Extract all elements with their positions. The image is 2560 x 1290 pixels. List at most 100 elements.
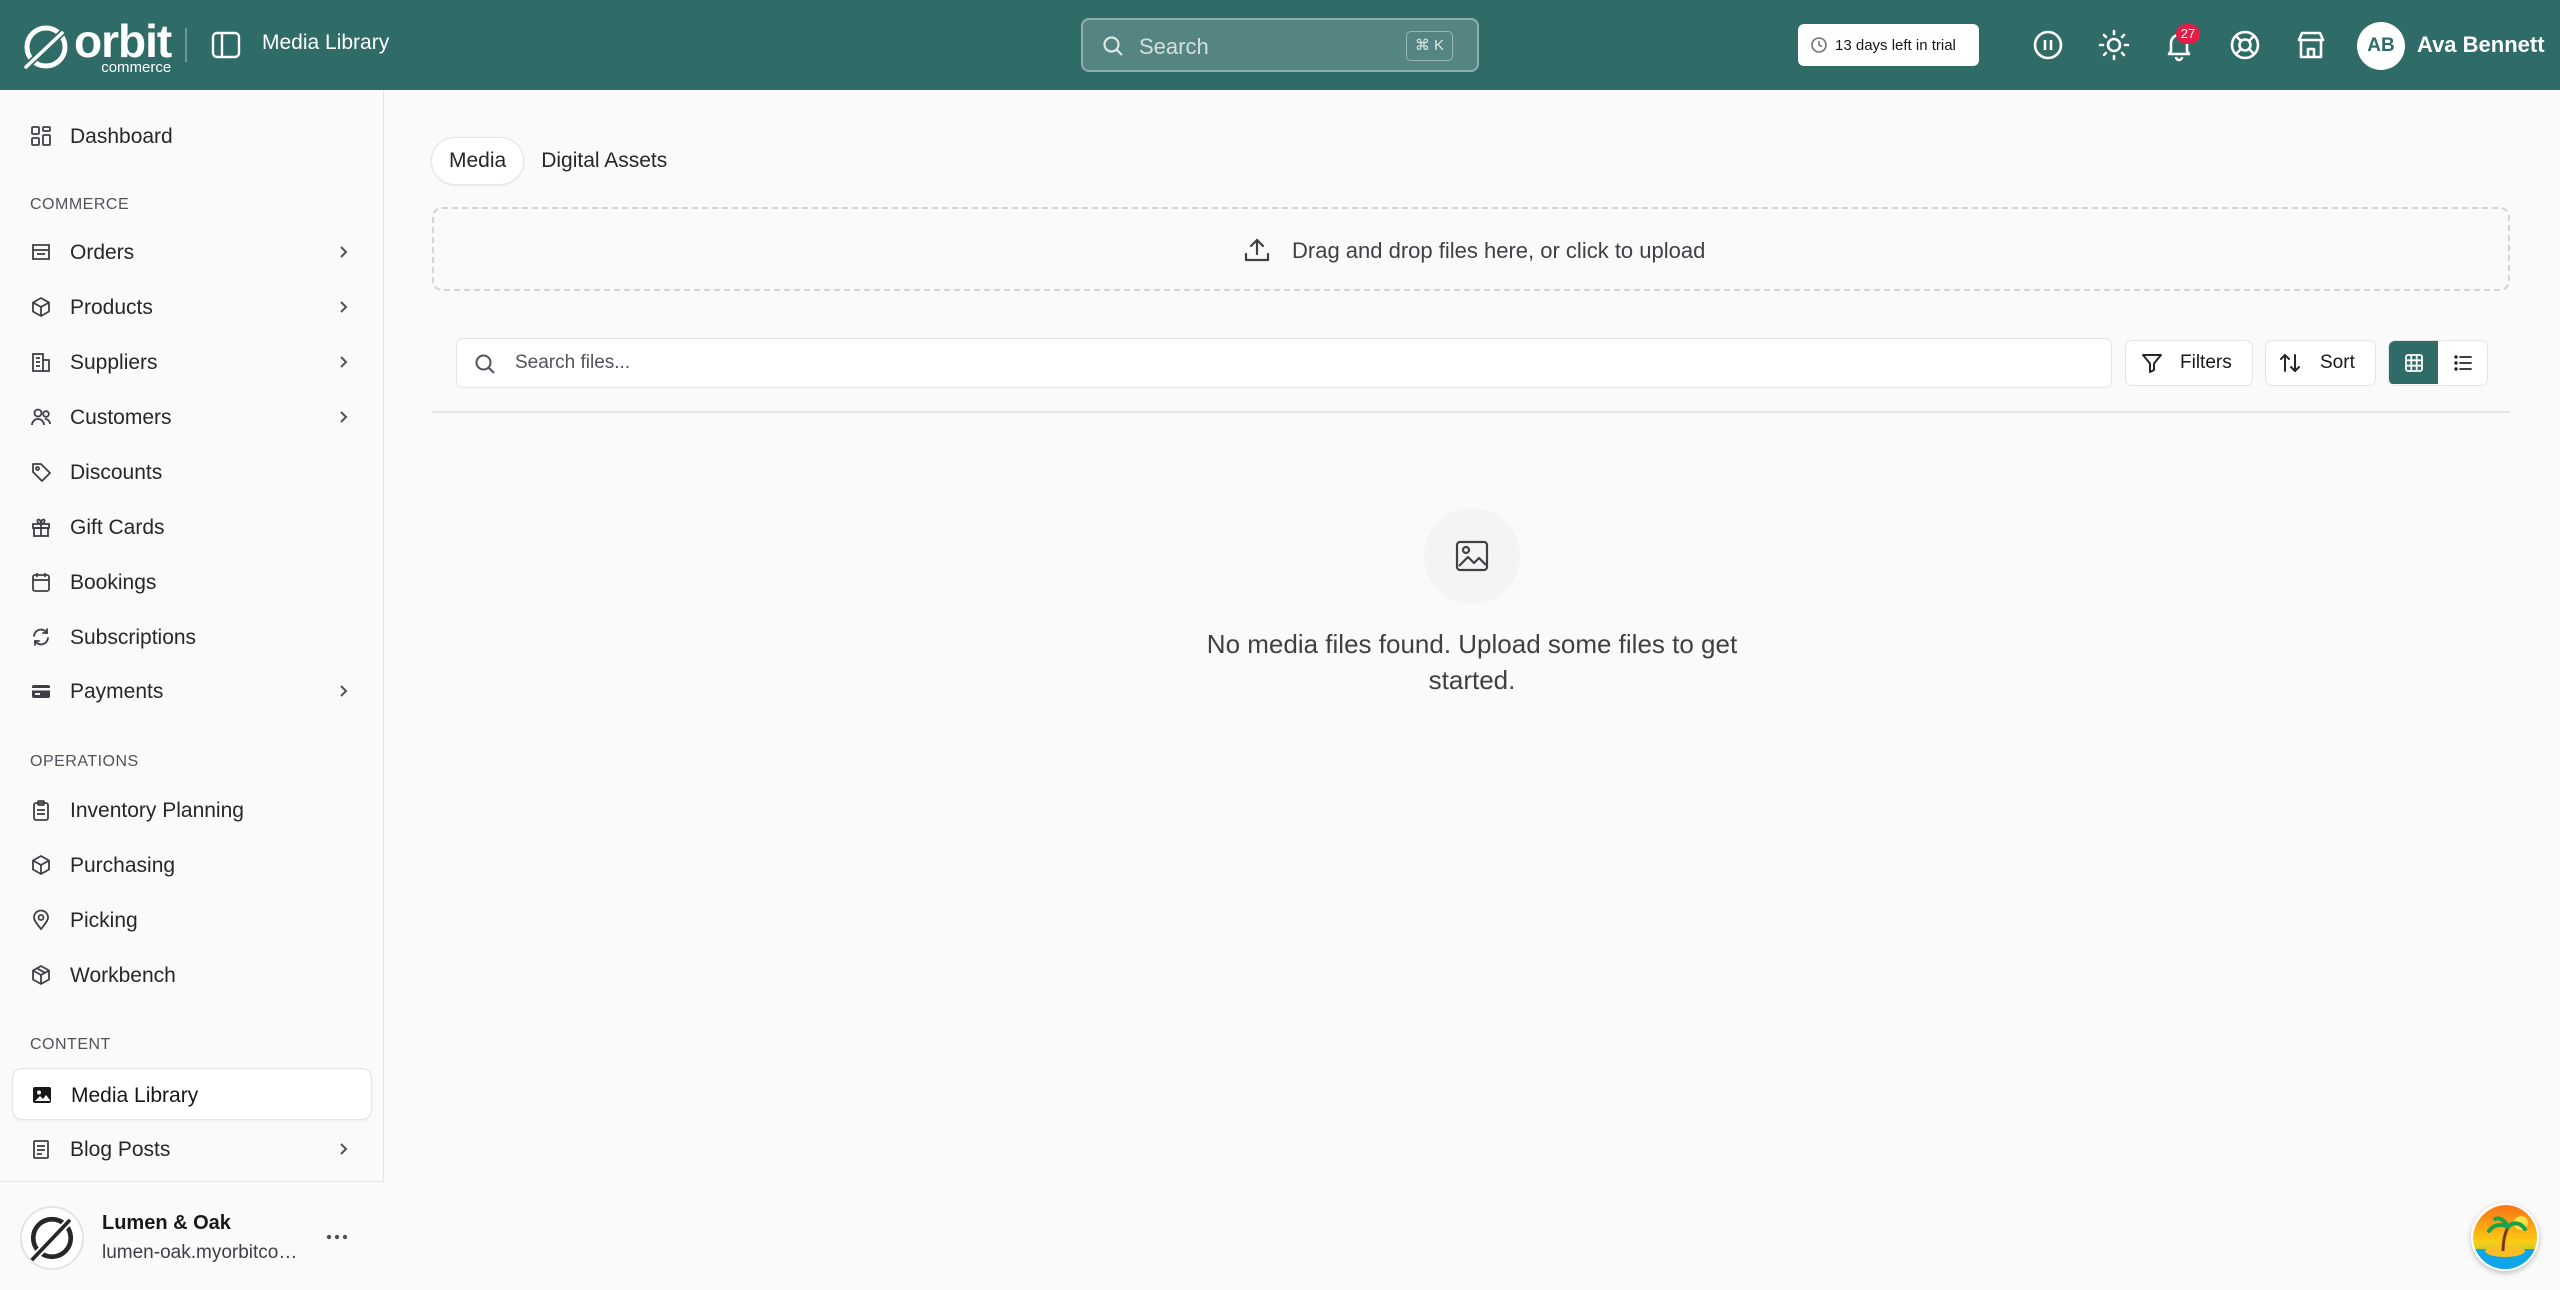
view-mode-toggle [2388,340,2488,386]
sidebar-item-bookings[interactable]: Bookings [12,556,372,608]
top-bar: orbit commerce Media Library Search ⌘ K … [0,0,2560,90]
sidebar-item-label: Purchasing [70,854,176,877]
tag-icon [32,463,51,482]
tab-media[interactable]: Media [431,137,525,185]
sidebar-item-suppliers[interactable]: Suppliers [12,336,372,388]
user-name[interactable]: Ava Bennett [2417,32,2545,58]
more-horizontal-icon[interactable] [322,1222,352,1252]
image-placeholder-icon [1455,540,1489,572]
sidebar-item-customers[interactable]: Customers [12,391,372,443]
sun-icon[interactable] [2097,28,2131,62]
orders-icon [32,244,50,260]
section-label-commerce: COMMERCE [30,196,130,213]
filter-icon [2142,354,2162,373]
trial-badge[interactable]: 13 days left in trial [1798,24,1979,66]
sidebar-item-blog-posts[interactable]: Blog Posts [12,1123,372,1163]
upload-icon [1244,238,1270,262]
brand-logo[interactable]: orbit commerce [22,18,172,75]
box-icon [32,965,50,985]
sidebar-item-inventory-planning[interactable]: Inventory Planning [12,784,372,836]
sidebar-item-label: Workbench [70,964,176,987]
sort-button[interactable]: Sort [2265,340,2376,386]
topbar-divider [185,28,187,62]
store-url: lumen-oak.myorbitcommerce.com [102,1242,312,1263]
grid-view-button[interactable] [2389,341,2438,384]
sidebar-item-label: Media Library [71,1084,199,1107]
sidebar-item-label: Bookings [70,571,157,594]
chevron-right-icon [340,685,348,697]
tab-digital-assets[interactable]: Digital Assets [524,137,684,185]
search-shortcut-badge: ⌘ K [1405,31,1453,61]
sidebar-item-label: Dashboard [70,125,173,148]
sidebar-item-label: Suppliers [70,351,158,374]
section-label-operations: OPERATIONS [30,753,139,770]
sidebar-item-gift-cards[interactable]: Gift Cards [12,501,372,553]
user-avatar[interactable]: AB [2357,22,2405,70]
pause-icon[interactable] [2031,28,2065,62]
document-icon [33,1140,49,1159]
sidebar-item-picking[interactable]: Picking [12,894,372,946]
sidebar-item-label: Discounts [70,461,163,484]
global-search[interactable]: Search ⌘ K [1081,18,1479,72]
sidebar: Dashboard COMMERCE Orders Products Suppl… [0,90,384,1290]
gift-icon [32,518,50,537]
list-view-button[interactable] [2438,341,2487,384]
store-logo-icon [20,1206,84,1270]
package-icon [32,297,50,317]
calendar-icon [32,573,50,592]
sidebar-item-label: Gift Cards [70,516,165,539]
sidebar-item-label: Customers [70,406,172,429]
sidebar-item-label: Orders [70,241,135,264]
sidebar-item-orders[interactable]: Orders [12,226,372,278]
list-icon [2453,354,2472,371]
storefront-icon[interactable] [2294,28,2328,62]
page-title: Media Library [262,31,390,54]
dropzone-text: Drag and drop files here, or click to up… [1292,238,1706,263]
sort-arrows-icon [2280,354,2300,372]
assistant-launcher[interactable] [2471,1203,2539,1271]
sidebar-item-payments[interactable]: Payments [12,665,372,717]
sidebar-item-subscriptions[interactable]: Subscriptions [12,611,372,663]
sidebar-item-workbench[interactable]: Workbench [12,949,372,1001]
search-icon [1103,36,1123,56]
search-icon [475,354,495,374]
sidebar-item-products[interactable]: Products [12,281,372,333]
package-plus-icon [32,855,50,875]
sidebar-item-label: Picking [70,909,138,932]
orbit-logo-icon [24,25,68,69]
island-avatar-icon [2473,1205,2537,1269]
sort-label: Sort [2320,352,2355,373]
empty-state-message: No media files found. Upload some files … [1206,629,1738,695]
file-search [456,338,2112,388]
trial-text: 13 days left in trial [1835,36,1956,54]
sidebar-item-label: Inventory Planning [70,799,244,822]
filters-label: Filters [2180,352,2232,373]
global-search-label: Search [1139,34,1209,59]
chevron-right-icon [340,411,348,423]
sidebar-item-dashboard[interactable]: Dashboard [12,110,372,162]
image-icon [33,1087,51,1103]
refresh-icon [33,628,49,646]
store-name: Lumen & Oak [102,1212,231,1234]
store-switcher[interactable]: Lumen & Oak lumen-oak.myorbitcommerce.co… [0,1181,384,1290]
sidebar-toggle-icon[interactable] [210,30,242,60]
filters-button[interactable]: Filters [2125,340,2253,386]
sidebar-item-label: Blog Posts [70,1138,171,1161]
file-search-input[interactable] [515,347,2075,379]
section-label-content: CONTENT [30,1036,111,1053]
sidebar-item-label: Products [70,296,153,319]
upload-dropzone[interactable]: Drag and drop files here, or click to up… [432,207,2510,291]
dashboard-icon [31,126,51,146]
sidebar-item-label: Payments [70,680,164,703]
help-lifebuoy-icon[interactable] [2228,28,2262,62]
clock-icon [1811,37,1827,53]
credit-card-icon [32,685,50,698]
users-icon [31,408,51,426]
sidebar-item-label: Subscriptions [70,626,197,649]
chevron-right-icon [340,1143,348,1155]
clipboard-icon [33,800,49,821]
sidebar-item-purchasing[interactable]: Purchasing [12,839,372,891]
media-tabs: Media Digital Assets [431,137,684,185]
sidebar-item-media-library[interactable]: Media Library [12,1068,372,1120]
sidebar-item-discounts[interactable]: Discounts [12,446,372,498]
